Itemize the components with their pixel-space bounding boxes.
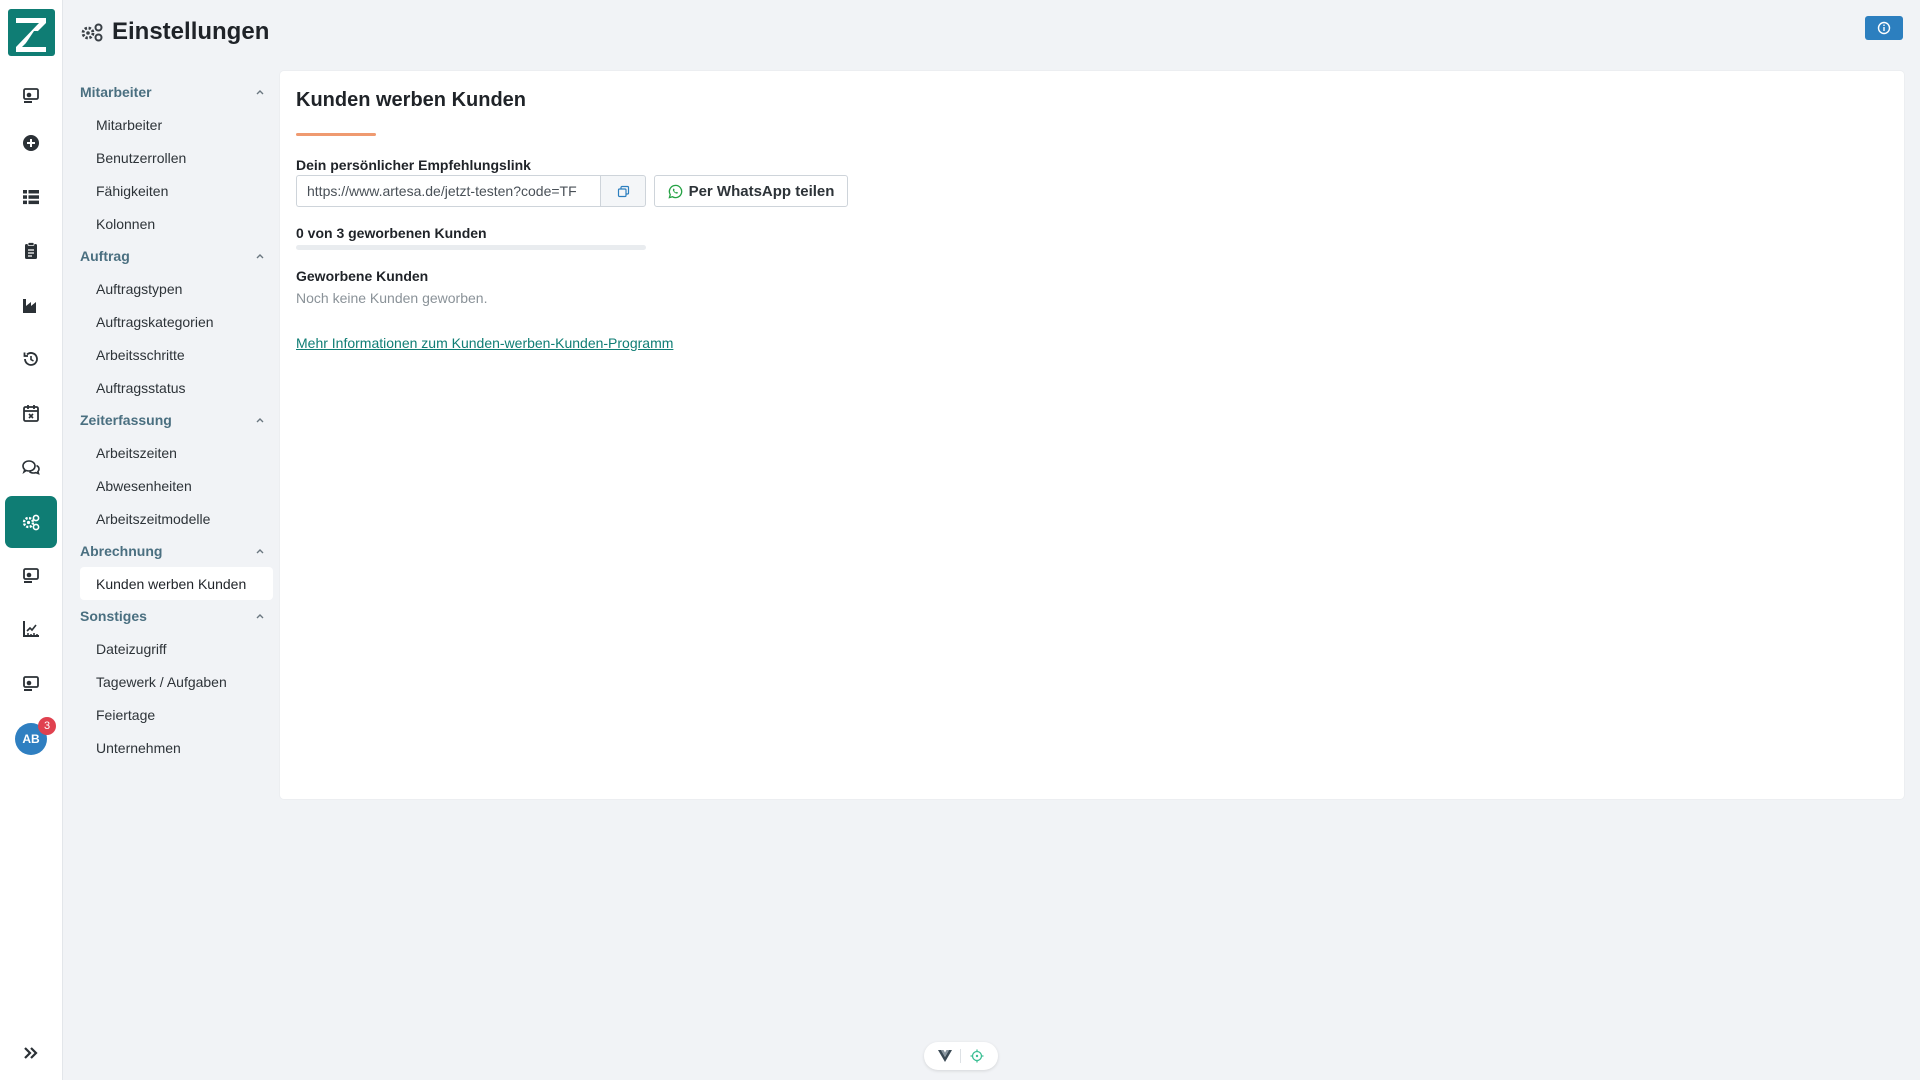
nav-item-kunden-werben-kunden[interactable]: Kunden werben Kunden (80, 567, 273, 600)
pill-divider (960, 1049, 962, 1063)
rail-clock-rotate-icon[interactable] (5, 335, 57, 383)
chevron-up-icon (256, 549, 264, 554)
icon-rail: AB 3 (0, 0, 63, 1080)
nav-item-unternehmen[interactable]: Unternehmen (80, 731, 273, 764)
rail-calendar-x-icon[interactable] (5, 389, 57, 437)
notification-badge: 3 (38, 717, 56, 735)
nav-item-arbeitszeiten[interactable]: Arbeitszeiten (80, 436, 273, 469)
nav-item-abwesenheiten[interactable]: Abwesenheiten (80, 469, 273, 502)
referral-link-label: Dein persönlicher Empfehlungslink (296, 157, 531, 173)
chevron-up-icon (256, 418, 264, 423)
nav-group-mitarbeiter[interactable]: Mitarbeiter (80, 76, 273, 108)
title-underline (296, 133, 376, 136)
rail-chat-icon[interactable] (5, 443, 57, 491)
referral-link-input[interactable] (296, 175, 600, 207)
progress-text: 0 von 3 geworbenen Kunden (296, 225, 487, 241)
info-icon (1877, 21, 1891, 35)
double-chevron-right-icon[interactable] (5, 1029, 57, 1077)
nav-item-tagewerk-aufgaben[interactable]: Tagewerk / Aufgaben (80, 665, 273, 698)
gears-icon (81, 23, 103, 42)
referred-customers-empty: Noch keine Kunden geworben. (296, 290, 488, 306)
nav-group-auftrag[interactable]: Auftrag (80, 240, 273, 272)
rail-user-card-icon-3[interactable] (5, 659, 57, 707)
crosshair-icon (970, 1049, 984, 1063)
referred-customers-title: Geworbene Kunden (296, 268, 429, 284)
vue-icon (938, 1050, 953, 1062)
rail-gears-icon[interactable] (5, 496, 57, 548)
rail-clipboard-icon[interactable] (5, 227, 57, 275)
nav-group-sonstiges[interactable]: Sonstiges (80, 600, 273, 632)
nav-item-kolonnen[interactable]: Kolonnen (80, 207, 273, 240)
more-info-link[interactable]: Mehr Informationen zum Kunden-werben-Kun… (296, 335, 673, 351)
nav-item-dateizugriff[interactable]: Dateizugriff (80, 632, 273, 665)
nav-item-arbeitsschritte[interactable]: Arbeitsschritte (80, 338, 273, 371)
card-title: Kunden werben Kunden (296, 89, 526, 111)
whatsapp-share-button[interactable]: Per WhatsApp teilen (654, 175, 848, 207)
chevron-up-icon (256, 254, 264, 259)
page-title: Einstellungen (80, 18, 269, 46)
nav-item-auftragsstatus[interactable]: Auftragsstatus (80, 371, 273, 404)
rail-user-card-icon[interactable] (5, 71, 57, 119)
referral-progress-bar (296, 245, 646, 250)
whatsapp-share-label: Per WhatsApp teilen (688, 182, 835, 200)
nav-item-auftragstypen[interactable]: Auftragstypen (80, 272, 273, 305)
nav-item-faehigkeiten[interactable]: Fähigkeiten (80, 174, 273, 207)
chevron-up-icon (256, 90, 264, 95)
referral-link-group (296, 175, 646, 207)
rail-user-card-icon-2[interactable] (5, 551, 57, 599)
nav-item-feiertage[interactable]: Feiertage (80, 698, 273, 731)
copy-link-button[interactable] (600, 175, 646, 207)
nav-item-benutzerrollen[interactable]: Benutzerrollen (80, 141, 273, 174)
nav-group-abrechnung[interactable]: Abrechnung (80, 535, 273, 567)
nav-item-mitarbeiter[interactable]: Mitarbeiter (80, 108, 273, 141)
page-title-text: Einstellungen (112, 18, 270, 45)
nav-group-zeiterfassung[interactable]: Zeiterfassung (80, 404, 273, 436)
nav-item-arbeitszeitmodelle[interactable]: Arbeitszeitmodelle (80, 502, 273, 535)
chevron-up-icon (256, 614, 264, 619)
devtools-pill[interactable] (924, 1042, 998, 1070)
referral-card: Kunden werben Kunden Dein persönlicher E… (280, 71, 1904, 799)
whatsapp-icon (668, 184, 682, 199)
rail-plus-circle-icon[interactable] (5, 119, 57, 167)
rail-list-icon[interactable] (5, 173, 57, 221)
rail-factory-icon[interactable] (5, 281, 57, 329)
nav-item-auftragskategorien[interactable]: Auftragskategorien (80, 305, 273, 338)
rail-ruler-icon[interactable] (5, 605, 57, 653)
info-button[interactable] (1865, 16, 1903, 40)
settings-nav: Mitarbeiter Mitarbeiter Benutzerrollen F… (80, 76, 273, 764)
copy-icon (617, 185, 629, 197)
artesa-logo[interactable] (8, 9, 55, 56)
